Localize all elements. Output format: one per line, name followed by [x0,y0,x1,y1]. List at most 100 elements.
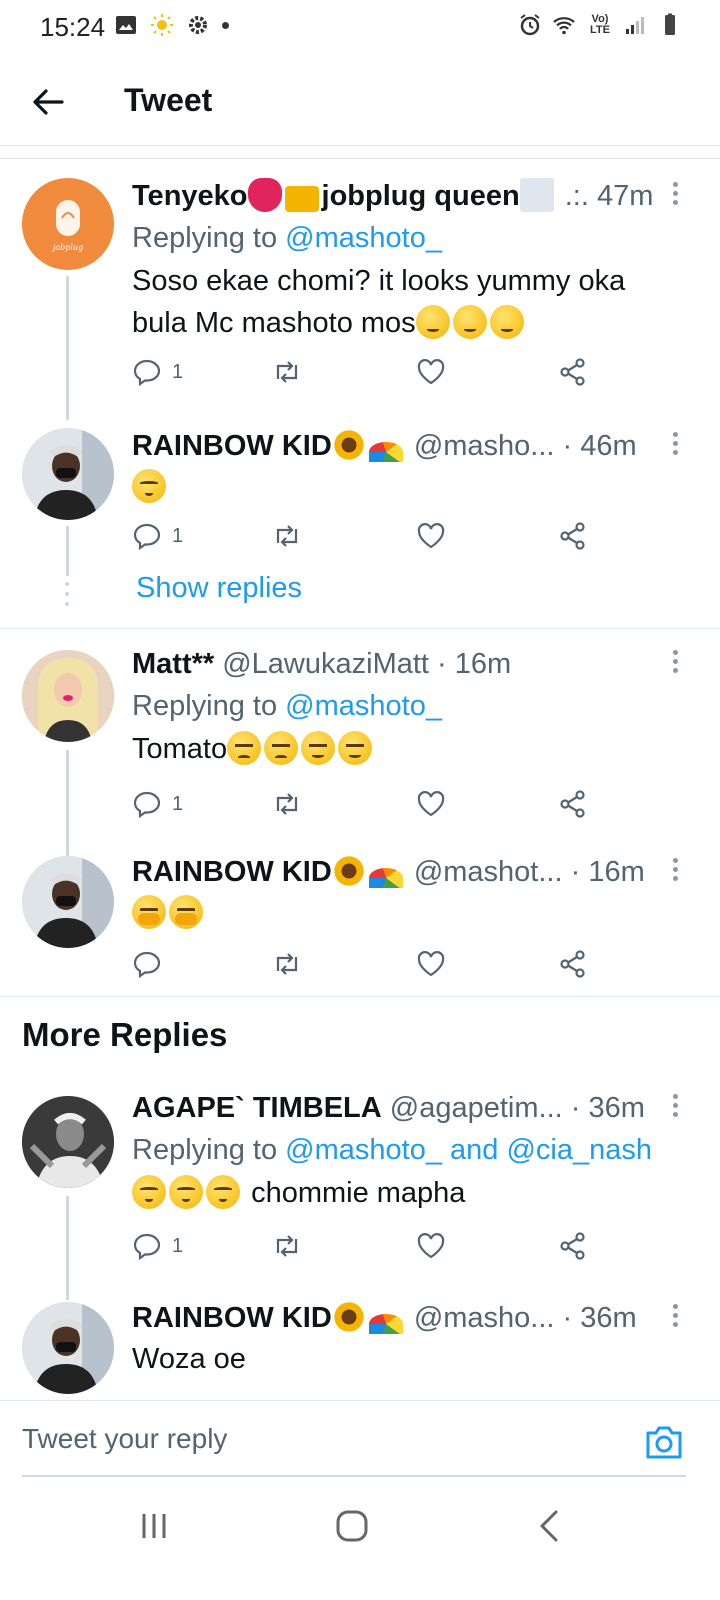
notification-dot-icon [222,21,229,29]
display-name[interactable]: RAINBOW KID [132,430,332,462]
retweet-button[interactable] [272,354,302,390]
rainbow-emoji [368,868,403,888]
like-button[interactable] [416,354,446,390]
camera-icon[interactable] [644,1423,684,1461]
handle[interactable]: @LawukaziMatt [222,648,429,680]
more-options-icon[interactable] [670,180,680,208]
show-replies-link[interactable]: Show replies [136,572,302,605]
tweet-time[interactable]: 47m [597,180,653,212]
handle[interactable]: @masho... [414,1302,555,1334]
retweet-icon [276,793,298,815]
reply-icon [133,951,161,979]
display-name-suffix[interactable]: jobplug queen [322,180,520,212]
hand-over-mouth-emoji [169,895,203,929]
tweet-time[interactable]: 46m [580,430,636,462]
rolling-eyes-emoji [169,1175,203,1209]
retweet-button[interactable] [272,786,302,822]
smirk-emoji [301,731,336,765]
rolling-eyes-emoji [132,1175,166,1209]
reply-icon [133,523,161,551]
display-name[interactable]: Matt** [132,648,214,680]
reply-button[interactable]: 1 [132,786,183,822]
mention-link[interactable]: @mashoto_ [285,690,442,722]
reply-button[interactable]: 1 [132,518,183,554]
reply-tweet[interactable]: RAINBOW KID @masho... · 36m Woza oe [0,1298,720,1400]
separator: · [562,1302,573,1334]
display-name[interactable]: RAINBOW KID [132,1302,332,1334]
input-underline [22,1475,686,1477]
sunflower-emoji [331,854,366,888]
reply-tweet[interactable]: RAINBOW KID @mashot... · 16m [0,852,720,1002]
retweet-button[interactable] [272,1228,302,1264]
like-button[interactable] [416,518,446,554]
home-icon[interactable] [322,1506,382,1546]
divider [0,628,720,629]
share-button[interactable] [558,354,588,390]
back-arrow-icon[interactable] [28,82,68,122]
mention-link[interactable]: @mashoto_ [285,222,442,254]
handle[interactable]: @masho... [414,430,555,462]
like-button[interactable] [416,786,446,822]
more-options-icon[interactable] [670,430,680,458]
avatar[interactable] [22,1302,114,1394]
unamused-emoji [227,731,262,765]
retweet-icon [276,953,298,975]
avatar[interactable]: jobplug [22,178,114,270]
share-button[interactable] [558,1228,588,1264]
reply-input[interactable] [22,1423,582,1455]
handle[interactable]: @agapetim... [390,1092,563,1124]
display-name[interactable]: AGAPE` TIMBELA [132,1092,382,1124]
nav-back-icon[interactable] [520,1506,580,1546]
more-options-icon[interactable] [670,648,680,676]
reply-tweet[interactable]: jobplug Tenyeko jobplug queen .:. 47m Rep… [0,176,720,420]
avatar[interactable] [22,428,114,520]
reply-tweet[interactable]: RAINBOW KID @masho... · 46m 1 Show repli… [0,426,720,616]
like-button[interactable] [416,946,446,982]
reply-tweet[interactable]: Matt** @LawukaziMatt · 16m Replying to @… [0,644,720,858]
tweet-time[interactable]: 36m [589,1092,645,1124]
avatar[interactable] [22,856,114,948]
replying-to: Replying to @mashoto_ and @cia_nash [132,1134,652,1166]
share-icon [560,790,585,818]
more-options-icon[interactable] [670,1092,680,1120]
share-icon [560,522,585,550]
tweet-time[interactable]: 16m [588,856,644,888]
separator: .:. [564,180,589,212]
heart-emoji [247,178,282,212]
reply-button[interactable]: 1 [132,354,183,390]
recent-apps-icon[interactable] [124,1506,184,1546]
avatar[interactable] [22,650,114,742]
tweet-time[interactable]: 36m [580,1302,636,1334]
tweet-text: Soso ekae chomi? it looks yummy oka bula… [132,265,626,339]
tweet-time[interactable]: 16m [455,648,511,680]
retweet-button[interactable] [272,946,302,982]
tweet-text [132,892,660,934]
tweet-actions [132,946,602,982]
replies-feed[interactable]: jobplug Tenyeko jobplug queen .:. 47m Rep… [0,150,720,1400]
more-options-icon[interactable] [670,1302,680,1330]
reply-tweet[interactable]: AGAPE` TIMBELA @agapetim... · 36m Replyi… [0,1088,720,1300]
display-name[interactable]: RAINBOW KID [132,856,332,888]
battery-icon [665,13,675,35]
share-button[interactable] [558,518,588,554]
mention-link[interactable]: @mashoto_ and @cia_nash [285,1134,652,1166]
more-options-icon[interactable] [670,856,680,884]
display-name[interactable]: Tenyeko [132,180,248,212]
reply-button[interactable]: 1 [132,1228,183,1264]
retweet-icon [276,1235,298,1257]
thread-line [66,750,69,858]
share-button[interactable] [558,786,588,822]
signal-icon [626,17,644,34]
reply-button[interactable] [132,946,162,982]
replying-to: Replying to @mashoto_ [132,690,442,722]
memo-emoji [519,178,554,212]
avatar[interactable] [22,1096,114,1188]
tweet-actions: 1 [132,354,602,390]
like-button[interactable] [416,1228,446,1264]
handle[interactable]: @mashot... [414,856,563,888]
rolling-eyes-emoji [206,1175,240,1209]
thread-dots-icon [64,580,70,608]
share-button[interactable] [558,946,588,982]
app-header: Tweet [0,60,720,146]
retweet-button[interactable] [272,518,302,554]
